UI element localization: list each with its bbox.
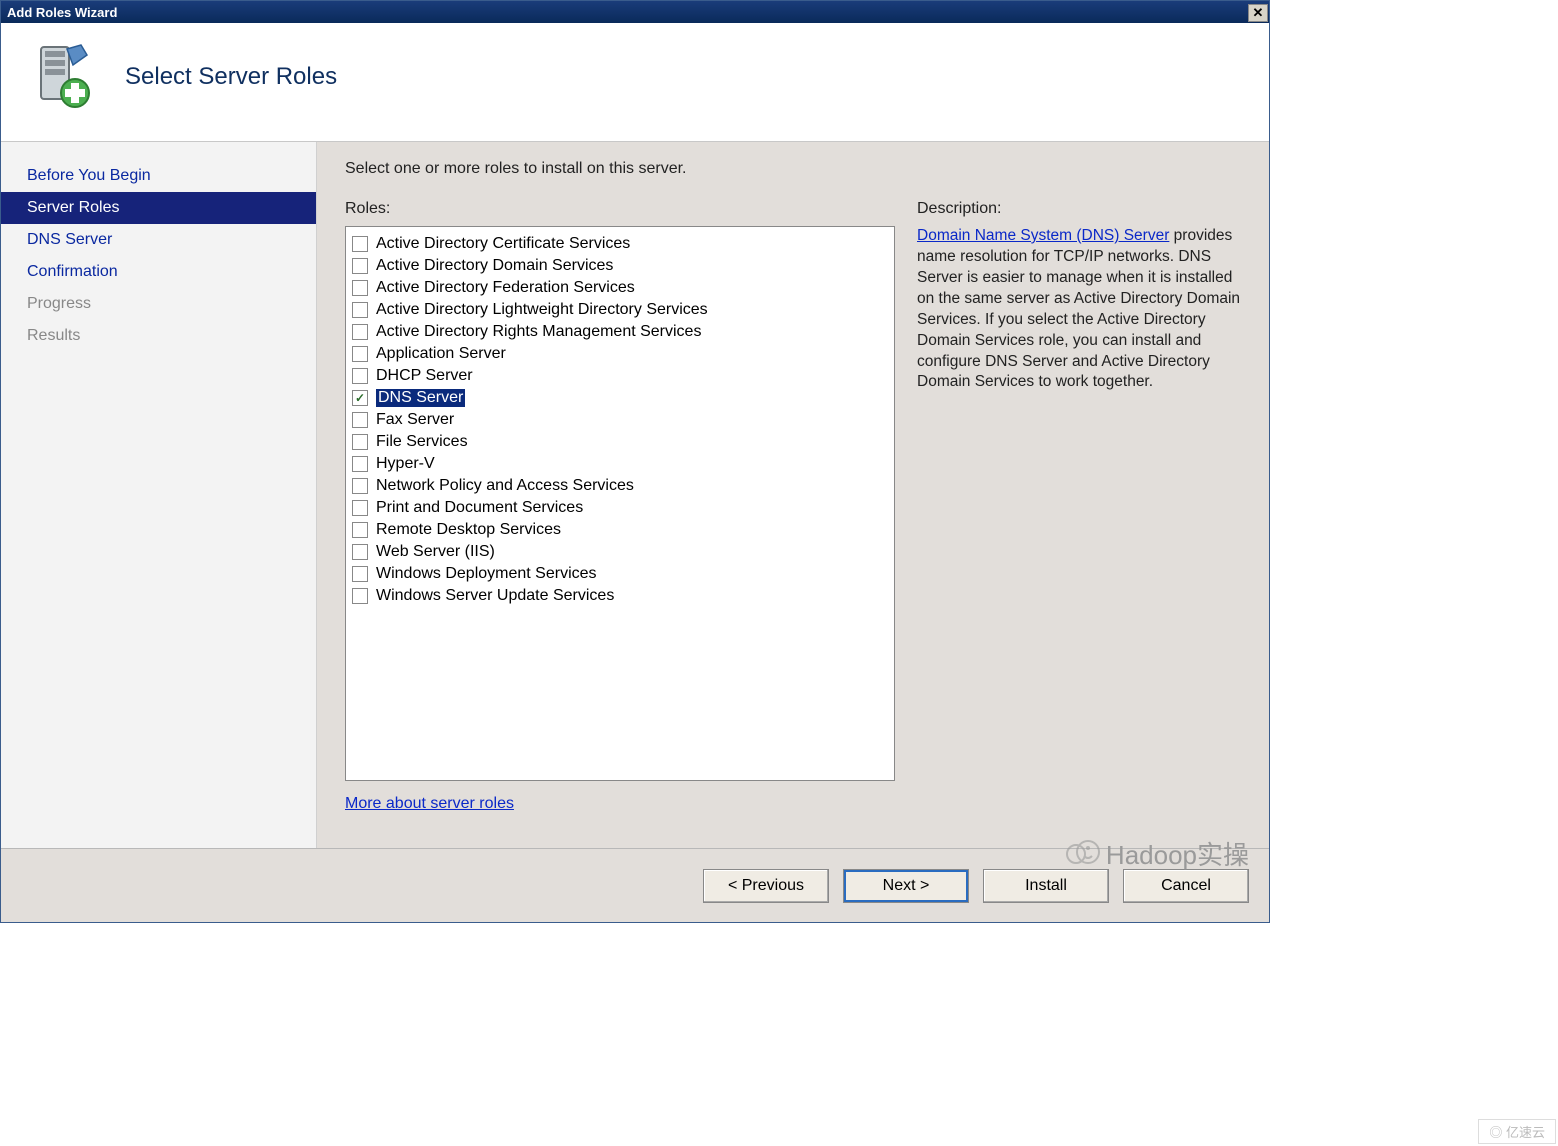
checkbox-icon[interactable]	[352, 346, 368, 362]
role-item[interactable]: Print and Document Services	[352, 497, 888, 519]
checkbox-icon[interactable]	[352, 280, 368, 296]
wizard-window: Add Roles Wizard ✕ Select Server Roles B…	[0, 0, 1270, 923]
role-item[interactable]: Remote Desktop Services	[352, 519, 888, 541]
page-title: Select Server Roles	[125, 63, 337, 91]
role-label: DNS Server	[376, 389, 465, 407]
roles-listbox[interactable]: Active Directory Certificate Services Act…	[345, 226, 895, 781]
role-label: Active Directory Lightweight Directory S…	[376, 301, 708, 319]
role-item[interactable]: Active Directory Certificate Services	[352, 233, 888, 255]
role-item[interactable]: Fax Server	[352, 409, 888, 431]
description-label: Description:	[917, 200, 1247, 218]
role-label: Fax Server	[376, 411, 454, 429]
more-about-roles-link[interactable]: More about server roles	[345, 795, 895, 813]
checkbox-icon[interactable]	[352, 412, 368, 428]
checkbox-icon[interactable]	[352, 456, 368, 472]
install-button[interactable]: Install	[983, 869, 1109, 903]
role-label: Active Directory Federation Services	[376, 279, 635, 297]
role-item[interactable]: Network Policy and Access Services	[352, 475, 888, 497]
role-item[interactable]: Active Directory Federation Services	[352, 277, 888, 299]
checkbox-icon[interactable]	[352, 588, 368, 604]
cancel-button[interactable]: Cancel	[1123, 869, 1249, 903]
next-button[interactable]: Next >	[843, 869, 969, 903]
role-item[interactable]: Windows Server Update Services	[352, 585, 888, 607]
description-body: provides name resolution for TCP/IP netw…	[917, 227, 1240, 390]
checkbox-icon[interactable]	[352, 544, 368, 560]
content-pane: Select one or more roles to install on t…	[317, 142, 1269, 848]
role-label: Active Directory Rights Management Servi…	[376, 323, 701, 341]
wizard-footer: < Previous Next > Install Cancel	[1, 848, 1269, 922]
previous-button[interactable]: < Previous	[703, 869, 829, 903]
role-item[interactable]: DHCP Server	[352, 365, 888, 387]
role-label: Network Policy and Access Services	[376, 477, 634, 495]
role-item[interactable]: ✓ DNS Server	[352, 387, 888, 409]
role-label: Active Directory Certificate Services	[376, 235, 630, 253]
checkbox-icon[interactable]	[352, 522, 368, 538]
role-label: Remote Desktop Services	[376, 521, 561, 539]
titlebar[interactable]: Add Roles Wizard ✕	[1, 1, 1269, 23]
wizard-step[interactable]: Confirmation	[1, 256, 316, 288]
roles-label: Roles:	[345, 200, 895, 218]
description-link[interactable]: Domain Name System (DNS) Server	[917, 227, 1169, 244]
role-label: Application Server	[376, 345, 506, 363]
wizard-step[interactable]: Server Roles	[1, 192, 316, 224]
checkbox-icon[interactable]	[352, 478, 368, 494]
role-label: Hyper-V	[376, 455, 435, 473]
role-label: DHCP Server	[376, 367, 473, 385]
checkbox-icon[interactable]	[352, 368, 368, 384]
role-item[interactable]: Active Directory Lightweight Directory S…	[352, 299, 888, 321]
role-item[interactable]: Active Directory Domain Services	[352, 255, 888, 277]
role-label: Web Server (IIS)	[376, 543, 495, 561]
wizard-step[interactable]: Before You Begin	[1, 160, 316, 192]
role-item[interactable]: Windows Deployment Services	[352, 563, 888, 585]
role-label: Print and Document Services	[376, 499, 583, 517]
role-item[interactable]: Application Server	[352, 343, 888, 365]
checkbox-icon[interactable]	[352, 566, 368, 582]
checkbox-icon[interactable]: ✓	[352, 390, 368, 406]
role-label: Active Directory Domain Services	[376, 257, 613, 275]
server-role-icon	[23, 41, 95, 113]
checkbox-icon[interactable]	[352, 500, 368, 516]
instruction-text: Select one or more roles to install on t…	[345, 160, 1247, 178]
role-label: Windows Deployment Services	[376, 565, 597, 583]
wizard-step: Results	[1, 320, 316, 352]
checkbox-icon[interactable]	[352, 302, 368, 318]
role-item[interactable]: Web Server (IIS)	[352, 541, 888, 563]
description-text: Domain Name System (DNS) Server provides…	[917, 226, 1247, 393]
wizard-header: Select Server Roles	[1, 23, 1269, 141]
role-item[interactable]: Hyper-V	[352, 453, 888, 475]
checkbox-icon[interactable]	[352, 258, 368, 274]
wizard-step: Progress	[1, 288, 316, 320]
corner-tag: ◎ 亿速云	[1478, 1119, 1556, 1144]
role-item[interactable]: Active Directory Rights Management Servi…	[352, 321, 888, 343]
wizard-steps-sidebar: Before You BeginServer RolesDNS ServerCo…	[1, 142, 317, 848]
role-label: Windows Server Update Services	[376, 587, 614, 605]
role-item[interactable]: File Services	[352, 431, 888, 453]
checkbox-icon[interactable]	[352, 434, 368, 450]
close-icon[interactable]: ✕	[1248, 4, 1268, 22]
wizard-step[interactable]: DNS Server	[1, 224, 316, 256]
role-label: File Services	[376, 433, 468, 451]
checkbox-icon[interactable]	[352, 324, 368, 340]
window-title: Add Roles Wizard	[7, 5, 117, 20]
checkbox-icon[interactable]	[352, 236, 368, 252]
